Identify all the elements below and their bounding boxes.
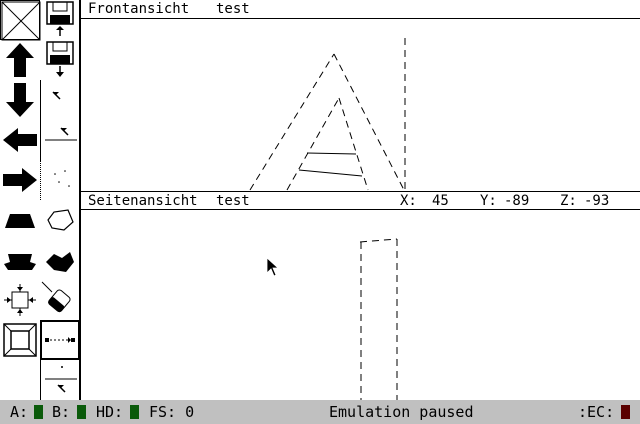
front-inner-left-edge (286, 97, 340, 191)
status-bar: A: B: HD: FS: 0 Emulation paused :EC: (0, 400, 640, 424)
front-view-crossbar (298, 152, 363, 177)
harddisk-label: HD: (96, 403, 124, 421)
drive-a-label: A: (10, 403, 29, 421)
front-outer-right-edge (333, 53, 405, 191)
side-top-edge (359, 238, 398, 243)
drive-a-led (34, 405, 43, 419)
drive-b-led (77, 405, 86, 419)
mouse-pointer-icon (267, 258, 280, 277)
drawing-canvas[interactable] (0, 0, 640, 400)
drive-b-label: B: (52, 403, 71, 421)
status-message: Emulation paused (329, 403, 474, 421)
front-outer-left-edge (249, 53, 335, 191)
harddisk-led (130, 405, 139, 419)
side-view-drawing (359, 238, 398, 400)
front-view-drawing (249, 38, 406, 191)
crossbar-bottom-edge (298, 169, 363, 177)
crossbar-top-edge (306, 152, 357, 155)
fs-label: FS: 0 (149, 403, 195, 421)
ec-led (621, 405, 630, 419)
ec-label: :EC: (578, 403, 615, 421)
